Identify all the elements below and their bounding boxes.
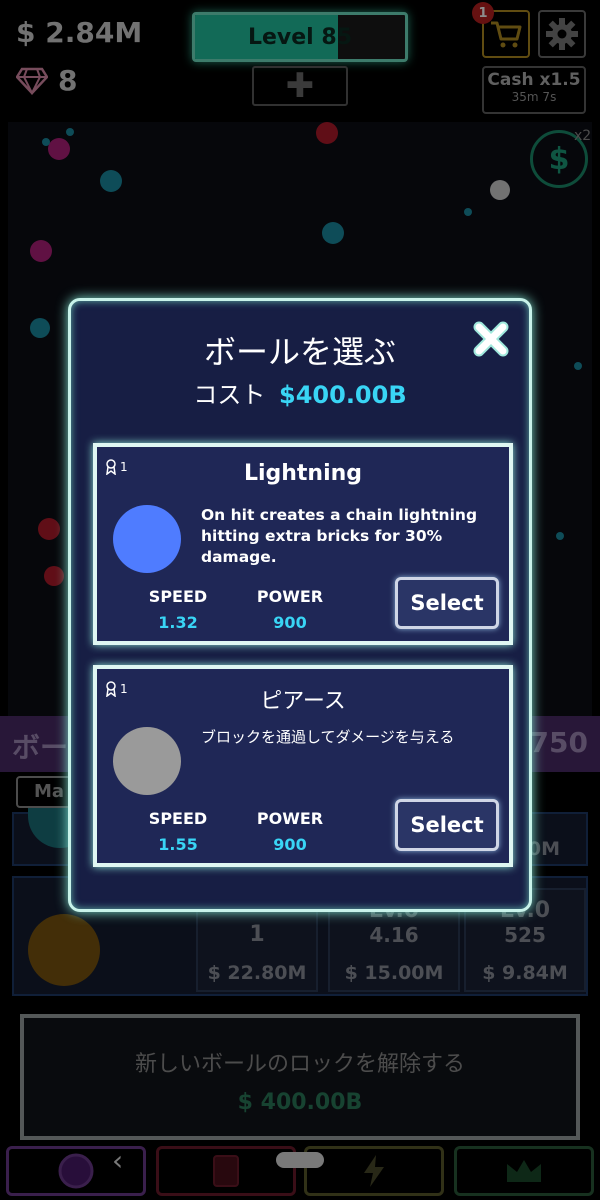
ball-option-card: 1 ピアース ブロックを通過してダメージを与える SPEED 1.55 POWE… [93,665,513,867]
select-button[interactable]: Select [395,577,499,629]
ball-option-card: 1 Lightning On hit creates a chain light… [93,443,513,645]
close-icon [473,321,509,357]
ball-preview [113,727,181,795]
speed-value: 1.55 [158,835,198,854]
dialog-title: ボールを選ぶ [203,333,396,371]
ball-name: Lightning [243,461,363,486]
cost-value: $400.00B [279,381,407,409]
close-button[interactable] [471,319,511,359]
power-label: POWER [256,587,324,606]
speed-label: SPEED [148,587,208,606]
power-label: POWER [256,809,324,828]
select-button[interactable]: Select [395,799,499,851]
cost-label: コスト [193,381,266,409]
dialog-cost: コスト $400.00B [71,375,529,410]
ball-preview [113,505,181,573]
ball-name: ピアース [260,689,346,714]
power-value: 900 [273,835,307,854]
ball-description: ブロックを通過してダメージを与える [201,728,455,746]
speed-label: SPEED [148,809,208,828]
speed-value: 1.32 [158,613,198,632]
select-ball-dialog: ボールを選ぶ コスト $400.00B 1 Lightning On hit c… [68,298,532,912]
power-value: 900 [273,613,307,632]
ball-description: On hit creates a chain lightning hitting… [201,506,478,566]
